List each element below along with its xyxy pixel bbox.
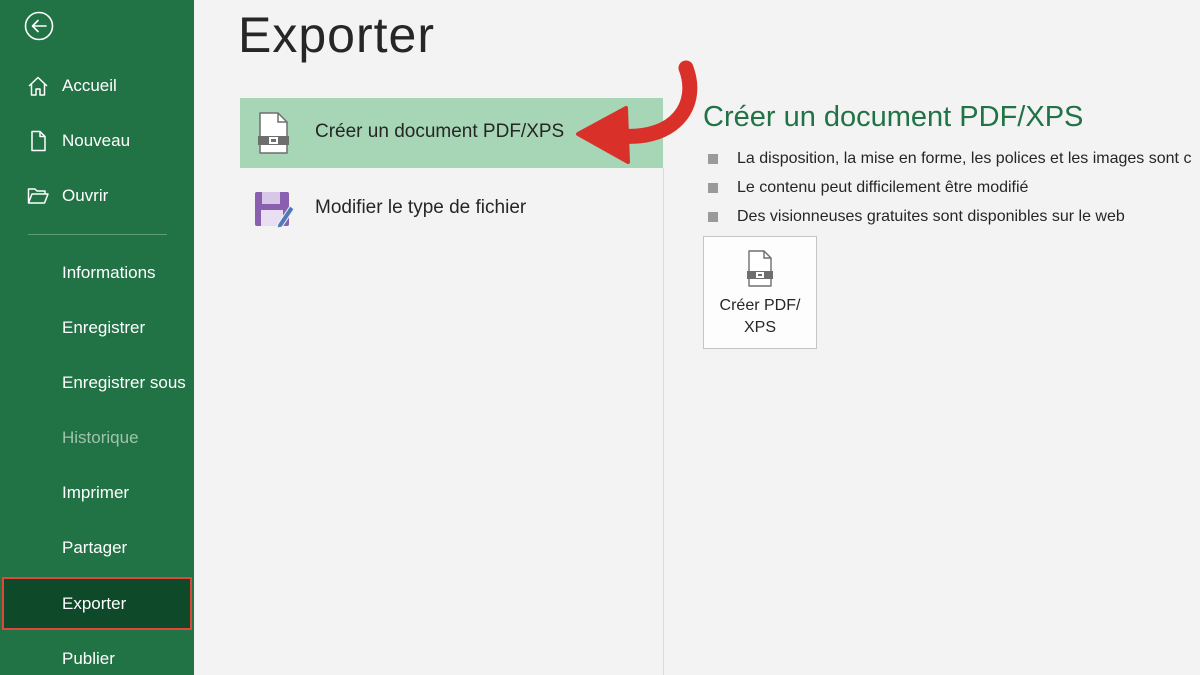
sidebar-item-enregistrer-sous[interactable]: Enregistrer sous — [0, 359, 194, 407]
bullet-icon — [708, 182, 718, 193]
bullet-icon — [708, 211, 718, 222]
button-label-line: Créer PDF/ — [719, 297, 801, 314]
export-option-change-file-type[interactable]: Modifier le type de fichier — [240, 174, 663, 244]
option-label: Modifier le type de fichier — [315, 197, 527, 218]
home-icon — [28, 76, 48, 96]
sidebar-item-label: Partager — [62, 538, 128, 557]
save-as-file-icon — [255, 192, 294, 229]
sidebar-item-exporter[interactable]: Exporter — [2, 577, 192, 630]
list-item-text: La disposition, la mise en forme, les po… — [737, 149, 1192, 167]
sidebar-item-publier[interactable]: Publier — [0, 635, 194, 675]
sidebar-item-label: Historique — [62, 428, 139, 447]
button-label: Créer PDF/ XPS — [704, 295, 816, 339]
sidebar-item-accueil[interactable]: Accueil — [0, 62, 194, 110]
sidebar-item-informations[interactable]: Informations — [0, 249, 194, 297]
section-divider — [663, 168, 664, 675]
pdf-document-icon — [258, 112, 289, 154]
sidebar-item-label: Exporter — [62, 593, 127, 613]
bullet-icon — [708, 153, 718, 164]
sidebar-item-label: Publier — [62, 649, 115, 668]
list-item: Le contenu peut difficilement être modif… — [708, 173, 1200, 202]
annotation-arrow-icon — [576, 60, 698, 164]
feature-list: La disposition, la mise en forme, les po… — [708, 144, 1200, 231]
sidebar-item-label: Informations — [62, 263, 156, 282]
sidebar-item-nouveau[interactable]: Nouveau — [0, 117, 194, 165]
panel-title: Créer un document PDF/XPS — [703, 101, 1084, 133]
backstage-sidebar: Accueil Nouveau Ouvrir Informations Enre… — [0, 0, 194, 675]
option-label: Créer un document PDF/XPS — [315, 121, 565, 142]
list-item: Des visionneuses gratuites sont disponib… — [708, 202, 1200, 231]
sidebar-item-label: Imprimer — [62, 483, 130, 502]
new-document-icon — [31, 130, 46, 152]
page-title: Exporter — [238, 7, 435, 63]
create-pdf-xps-button[interactable]: Créer PDF/ XPS — [703, 236, 817, 349]
list-item-text: Des visionneuses gratuites sont disponib… — [737, 207, 1125, 225]
sidebar-item-historique: Historique — [0, 414, 194, 462]
list-item: La disposition, la mise en forme, les po… — [708, 144, 1200, 173]
sidebar-item-imprimer[interactable]: Imprimer — [0, 469, 194, 517]
sidebar-item-label: Enregistrer sous — [62, 373, 186, 392]
button-label-line: XPS — [743, 319, 776, 336]
back-arrow-icon[interactable] — [24, 11, 54, 41]
sidebar-divider — [28, 234, 167, 235]
list-item-text: Le contenu peut difficilement être modif… — [737, 178, 1029, 196]
sidebar-item-label: Accueil — [62, 76, 117, 95]
sidebar-item-label: Nouveau — [62, 131, 131, 150]
open-folder-icon — [27, 188, 49, 204]
sidebar-item-label: Ouvrir — [62, 186, 109, 205]
sidebar-item-ouvrir[interactable]: Ouvrir — [0, 172, 194, 220]
sidebar-item-enregistrer[interactable]: Enregistrer — [0, 304, 194, 352]
pdf-document-icon — [747, 250, 773, 287]
sidebar-item-partager[interactable]: Partager — [0, 524, 194, 572]
sidebar-item-label: Enregistrer — [62, 318, 146, 337]
